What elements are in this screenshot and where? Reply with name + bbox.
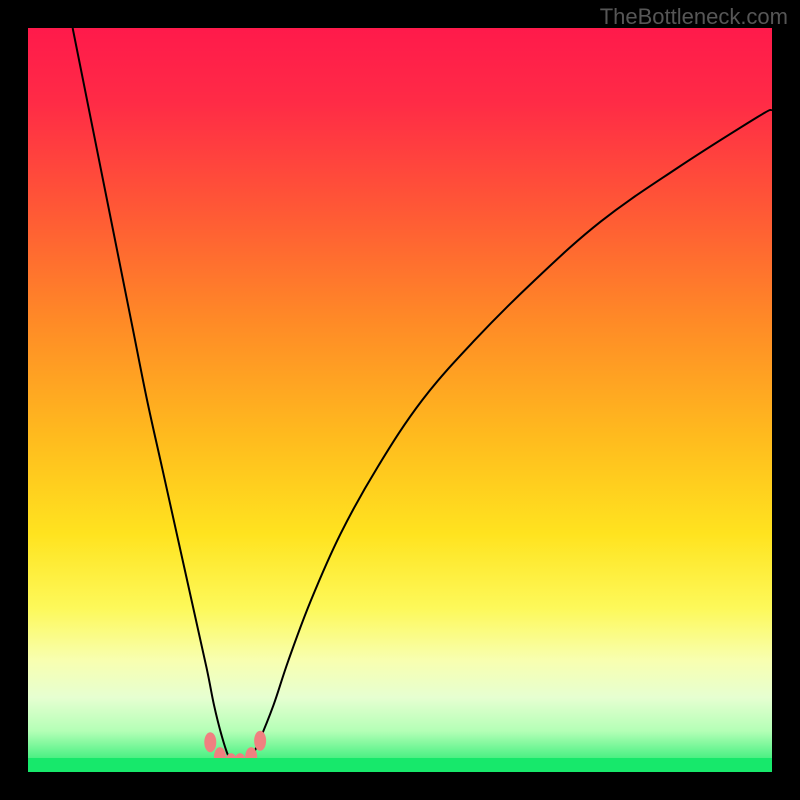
curve-marker: [254, 731, 266, 751]
green-baseline-strip: [28, 758, 772, 772]
chart-frame: TheBottleneck.com: [0, 0, 800, 800]
watermark-text: TheBottleneck.com: [600, 4, 788, 30]
markers-layer: [28, 28, 772, 772]
plot-area: [28, 28, 772, 772]
curve-marker: [204, 732, 216, 752]
